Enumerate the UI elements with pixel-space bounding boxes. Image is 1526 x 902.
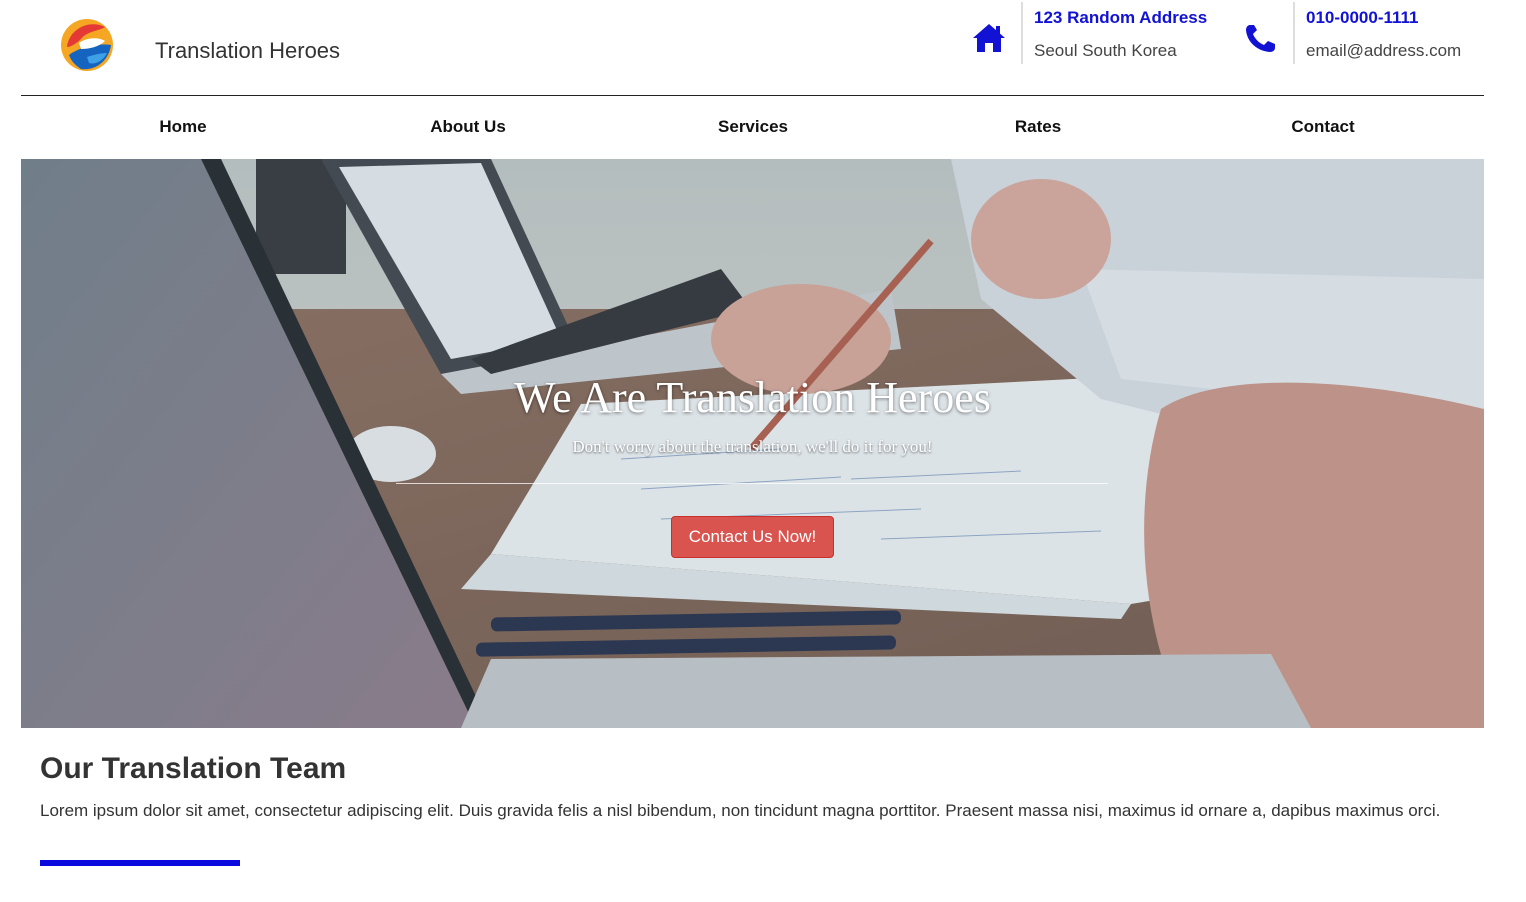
address-line: 123 Random Address [1034, 8, 1208, 27]
hero-subtitle: Don't worry about the translation, we'll… [572, 437, 933, 456]
nav-about-us[interactable]: About Us [430, 117, 506, 137]
divider [1021, 2, 1023, 64]
heading-underline [40, 860, 240, 866]
brand-name[interactable]: Translation Heroes [155, 38, 340, 64]
nav-services[interactable]: Services [718, 117, 788, 137]
main-nav: Home About Us Services Rates Contact [21, 96, 1484, 159]
address-city: Seoul South Korea [1034, 41, 1177, 60]
team-heading: Our Translation Team [40, 752, 347, 785]
email-address[interactable]: email@address.com [1306, 41, 1461, 61]
globe-logo-icon[interactable] [59, 17, 115, 73]
nav-contact[interactable]: Contact [1291, 117, 1354, 137]
phone-number[interactable]: 010-0000-1111 [1306, 8, 1419, 28]
site-header: Translation Heroes 123 Random Address Se… [21, 0, 1484, 96]
nav-home[interactable]: Home [159, 117, 206, 137]
hero-title: We Are Translation Heroes [514, 373, 991, 422]
hero-divider [396, 483, 1108, 484]
home-icon [973, 24, 1005, 52]
nav-rates[interactable]: Rates [1015, 117, 1061, 137]
team-description: Lorem ipsum dolor sit amet, consectetur … [40, 801, 1441, 820]
address-block: 123 Random Address Seoul South Korea [971, 2, 1241, 64]
divider [1293, 2, 1295, 64]
contact-us-button[interactable]: Contact Us Now! [671, 516, 834, 558]
phone-block: 010-0000-1111 email@address.com [1243, 2, 1473, 64]
hero-banner: We Are Translation Heroes Don't worry ab… [21, 159, 1484, 728]
phone-icon [1246, 25, 1275, 52]
